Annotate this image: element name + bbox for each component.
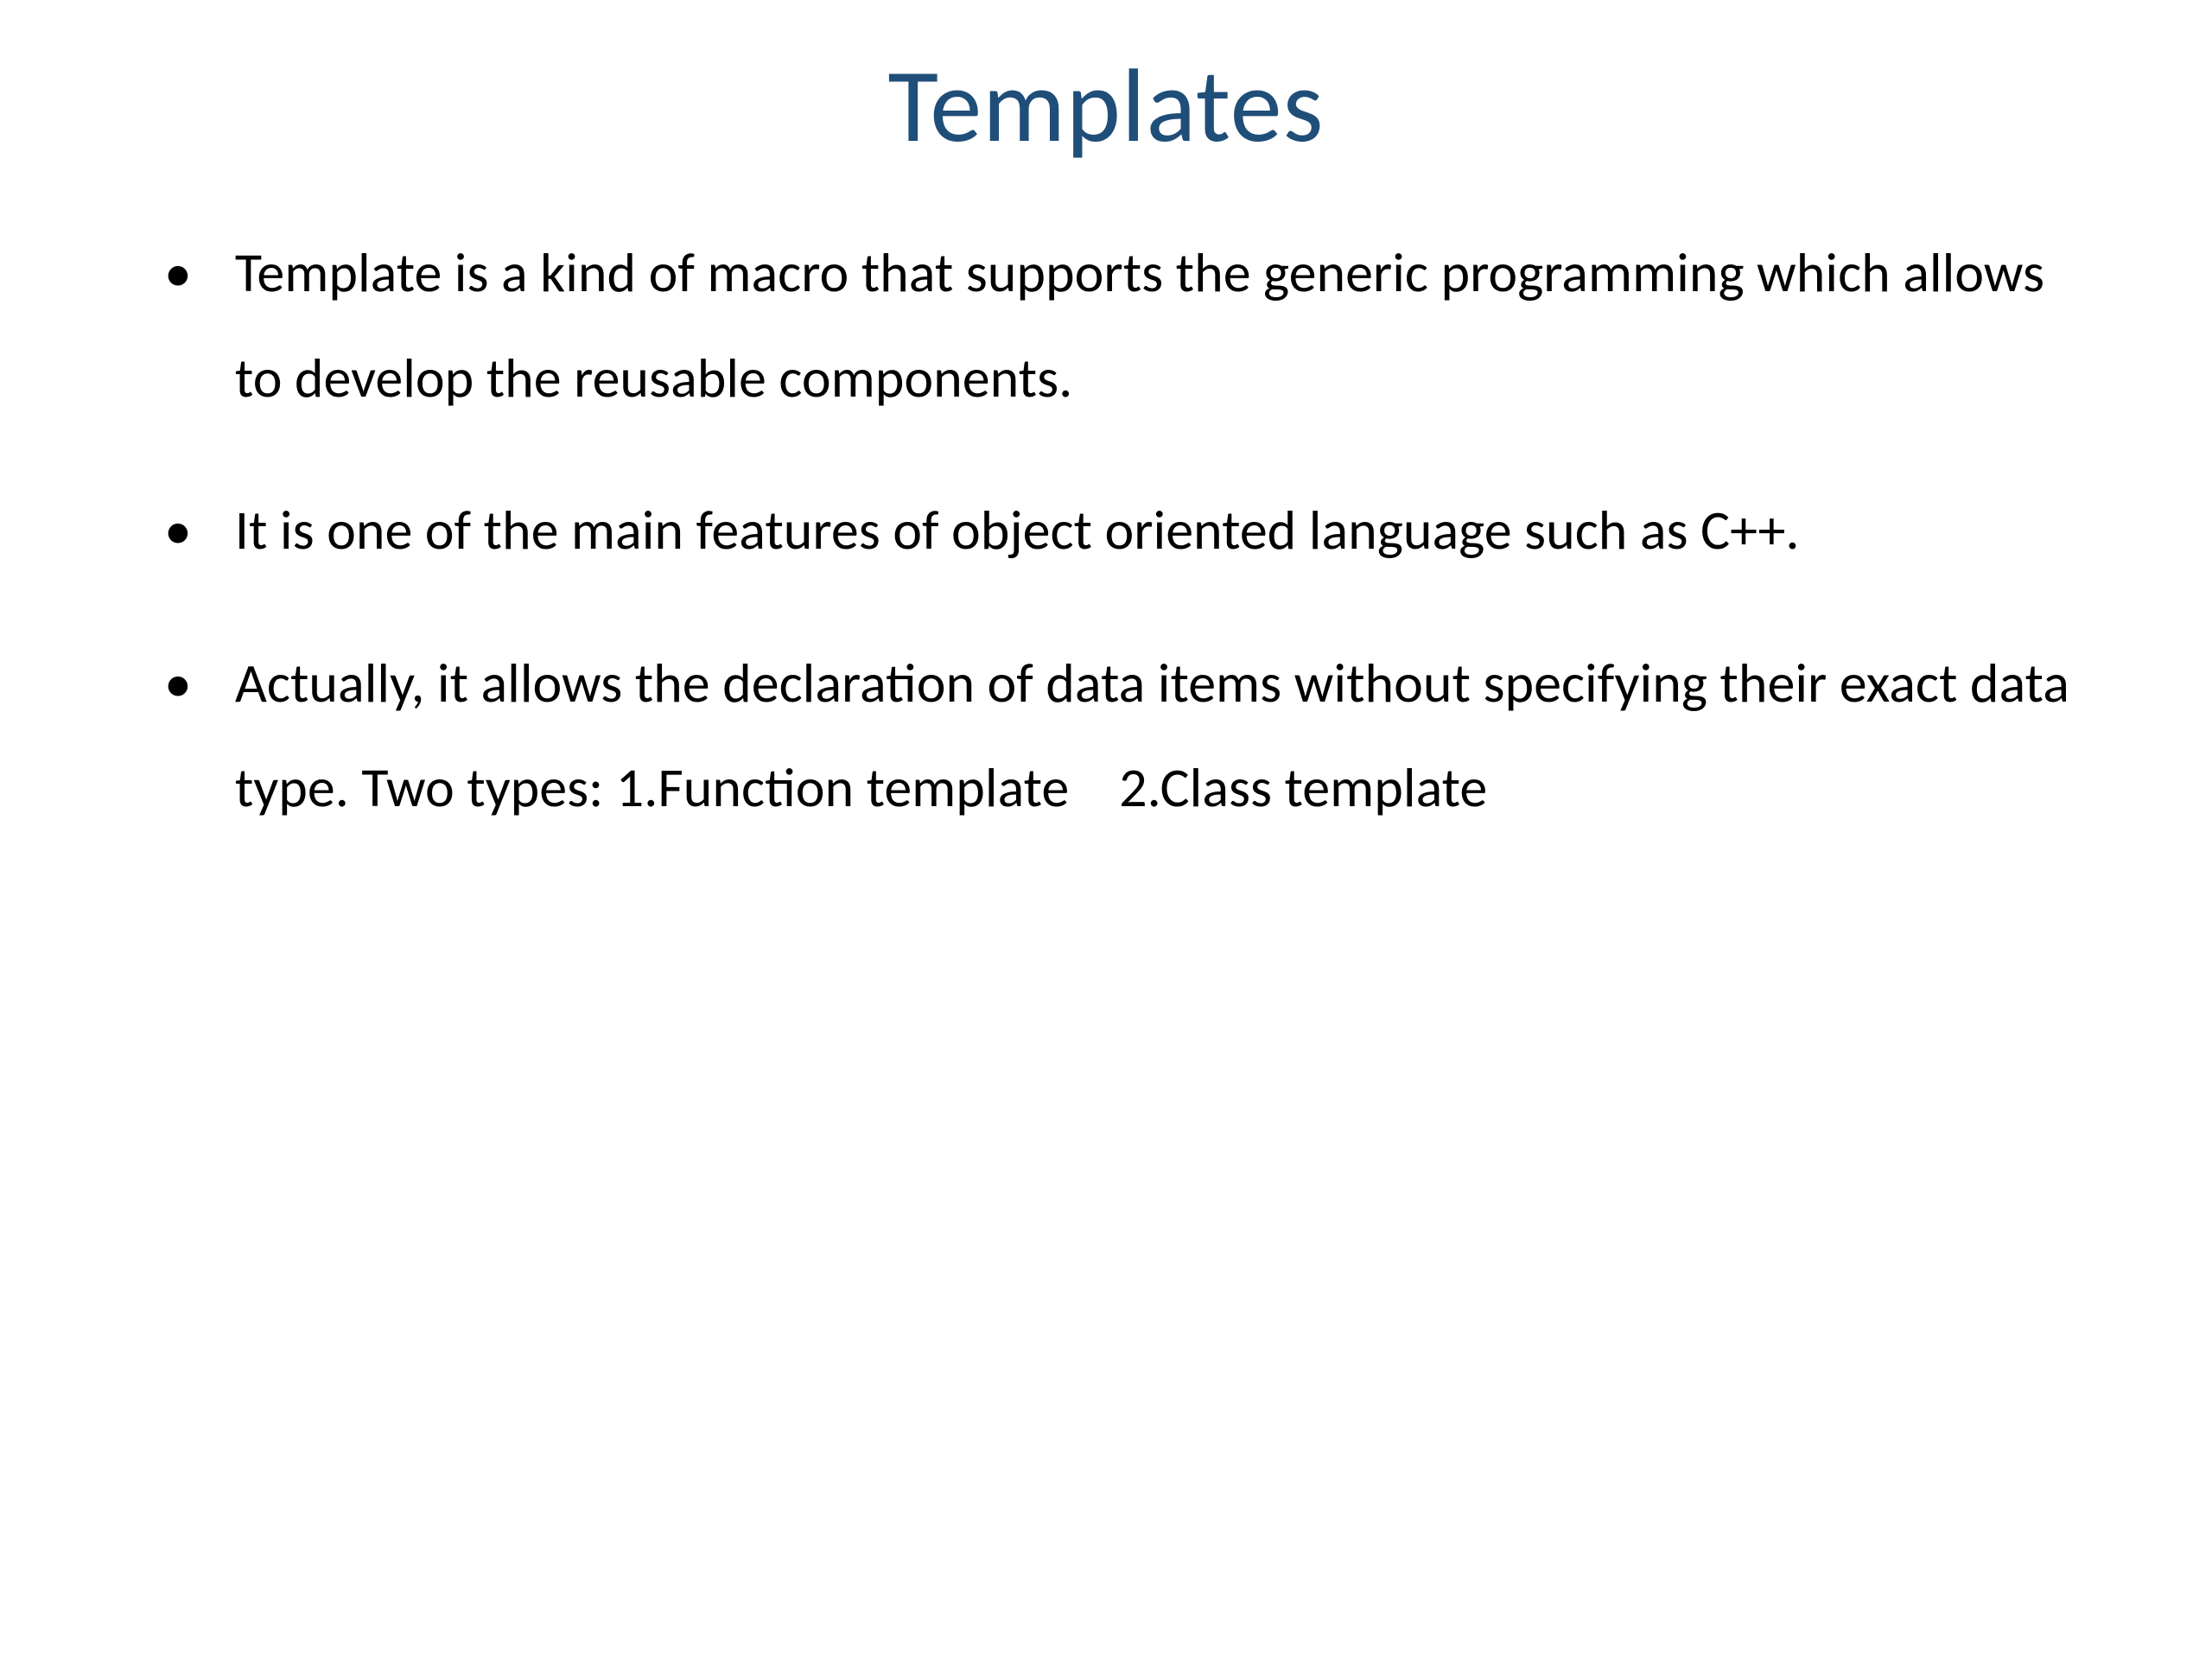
bullet-text: It is one of the main features of object…	[235, 479, 1800, 584]
bullet-text: Actually, it allows the declaration of d…	[235, 632, 2100, 842]
bullet-item: • Actually, it allows the declaration of…	[164, 632, 2100, 842]
bullet-marker-icon: •	[164, 221, 192, 327]
bullet-item: • It is one of the main features of obje…	[164, 479, 2100, 584]
bullet-marker-icon: •	[164, 479, 192, 584]
slide-title: Templates	[112, 43, 2100, 169]
bullet-text: Template is a kind of macro that support…	[235, 221, 2100, 431]
slide-body: • Template is a kind of macro that suppo…	[112, 221, 2100, 842]
bullet-marker-icon: •	[164, 632, 192, 737]
bullet-item: • Template is a kind of macro that suppo…	[164, 221, 2100, 431]
